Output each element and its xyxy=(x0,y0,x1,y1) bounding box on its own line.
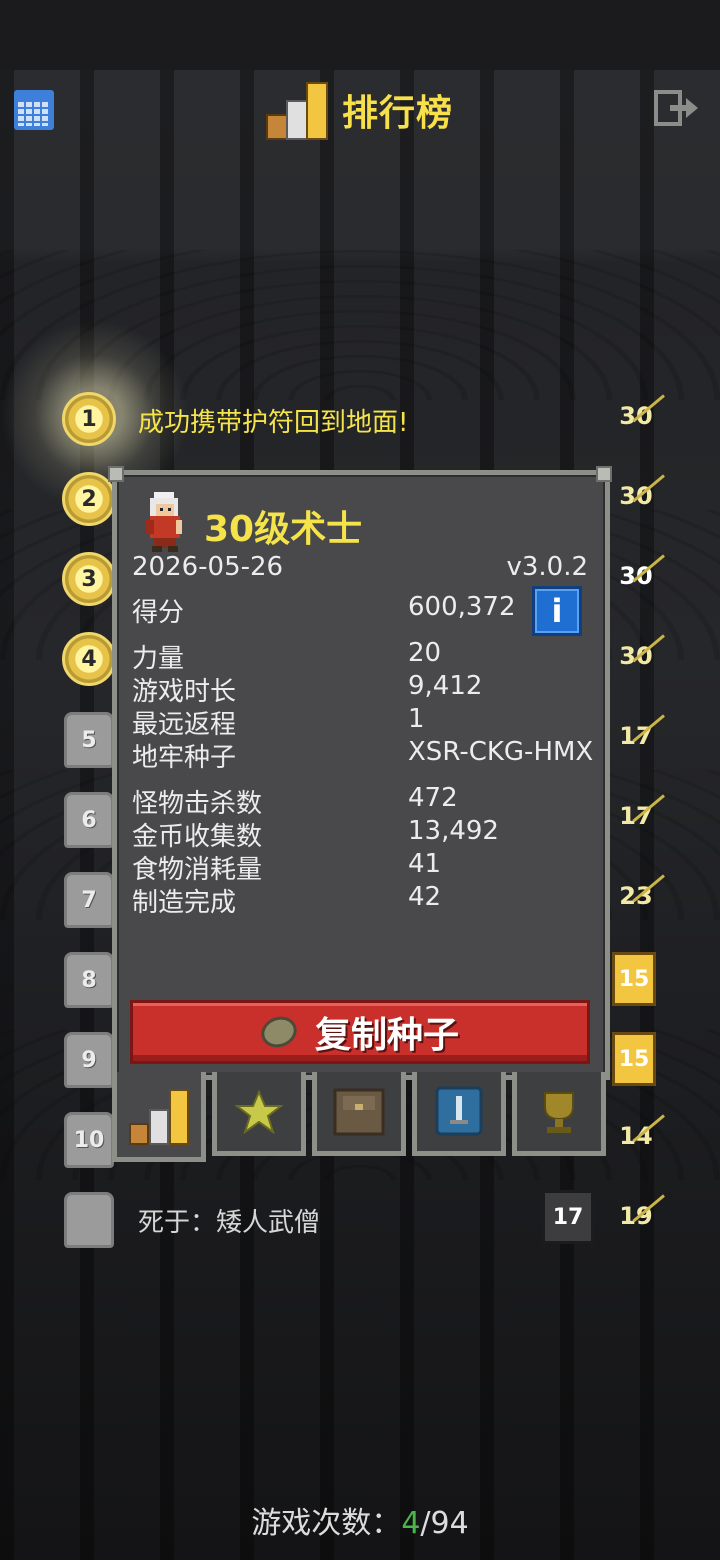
depth-badge: 17 xyxy=(542,1190,594,1244)
stat-value: 1 xyxy=(408,704,425,734)
hero-level: 30 xyxy=(612,402,660,442)
tab-items[interactable] xyxy=(312,1072,406,1156)
entry-description: 死于：矮人武僧 xyxy=(138,1208,321,1238)
calendar-icon[interactable] xyxy=(14,90,54,130)
depth-badge: 15 xyxy=(612,952,656,1006)
hero-level: 19 xyxy=(612,1202,660,1242)
hero-level: 17 xyxy=(612,802,660,842)
sword-icon xyxy=(435,1086,483,1135)
stat-value: 42 xyxy=(408,882,442,912)
tombstone-rank-badge-icon: 9 xyxy=(64,1032,114,1088)
copy-seed-label: 复制种子 xyxy=(314,1015,459,1056)
hero-level: 30 xyxy=(612,482,660,522)
warlock-portrait-icon xyxy=(146,492,182,552)
stat-label: 游戏时长 xyxy=(132,677,237,707)
seed-icon xyxy=(256,1011,302,1053)
game-version: v3.0.2 xyxy=(506,552,588,582)
tombstone-rank-badge-icon: 8 xyxy=(64,952,114,1008)
record-date: 2026-05-26 xyxy=(132,552,284,582)
tombstone-rank-badge-icon: 7 xyxy=(64,872,114,928)
score-value: 600,372 xyxy=(408,592,516,622)
page-title-group: 排行榜 xyxy=(264,80,453,140)
tab-stats[interactable] xyxy=(112,1072,206,1162)
dialog-corner xyxy=(596,466,612,482)
copy-seed-button[interactable]: 复制种子 xyxy=(130,1000,590,1064)
dialog-corner xyxy=(108,466,124,482)
gold-rank-badge-icon: 1 xyxy=(62,392,116,446)
stat-label: 食物消耗量 xyxy=(132,855,263,885)
hero-class-level: 30级术士 xyxy=(204,509,363,550)
tombstone-rank-badge-icon: 10 xyxy=(64,1112,114,1168)
stat-value: 9,412 xyxy=(408,671,483,701)
stat-label: 地牢种子 xyxy=(132,743,237,773)
games-played-total: /94 xyxy=(420,1506,469,1541)
page-title: 排行榜 xyxy=(342,93,454,134)
leaderboard-icon xyxy=(264,80,330,140)
stat-value: 20 xyxy=(408,638,442,668)
stat-value: 13,492 xyxy=(408,816,499,846)
leaderboard-entry[interactable]: 1 成功携带护符回到地面! 30 xyxy=(0,390,720,460)
stat-value: 472 xyxy=(408,783,458,813)
gold-rank-badge-icon: 3 xyxy=(62,552,116,606)
tombstone-rank-badge-icon xyxy=(64,1192,114,1248)
entry-description: 成功携带护符回到地面! xyxy=(138,408,409,438)
tombstone-rank-badge-icon: 6 xyxy=(64,792,114,848)
depth-badge: 15 xyxy=(612,1032,656,1086)
stat-value: 41 xyxy=(408,849,442,879)
info-button[interactable]: i xyxy=(532,586,582,636)
stat-label: 怪物击杀数 xyxy=(132,789,263,819)
tombstone-rank-badge-icon: 5 xyxy=(64,712,114,768)
stat-label: 制造完成 xyxy=(132,888,237,918)
stat-value: XSR-CKG-HMX xyxy=(408,737,594,767)
score-label: 得分 xyxy=(132,598,185,628)
games-played-label: 游戏次数： xyxy=(251,1506,402,1541)
exit-icon[interactable] xyxy=(654,90,698,126)
tab-trophy[interactable] xyxy=(512,1072,606,1156)
leaderboard-entry[interactable]: 死于：矮人武僧 17 19 xyxy=(0,1190,720,1260)
leaderboard-icon xyxy=(127,1085,191,1145)
hero-level: 17 xyxy=(612,722,660,762)
stat-label: 力量 xyxy=(132,644,185,674)
gold-rank-badge-icon: 4 xyxy=(62,632,116,686)
stat-label: 最远返程 xyxy=(132,710,237,740)
star-icon xyxy=(235,1089,283,1134)
trophy-icon xyxy=(544,1091,574,1133)
games-played-current: 4 xyxy=(401,1506,421,1541)
hero-level: 30 xyxy=(612,562,660,602)
tab-talents[interactable] xyxy=(412,1072,506,1156)
stat-label: 金币收集数 xyxy=(132,822,263,852)
hero-level: 30 xyxy=(612,642,660,682)
games-played: 游戏次数：4/94 xyxy=(0,1498,720,1542)
tab-badges[interactable] xyxy=(212,1072,306,1156)
hero-level: 23 xyxy=(612,882,660,922)
dialog-tabs xyxy=(112,1072,610,1162)
backpack-icon xyxy=(333,1088,385,1135)
hero-level: 14 xyxy=(612,1122,660,1162)
